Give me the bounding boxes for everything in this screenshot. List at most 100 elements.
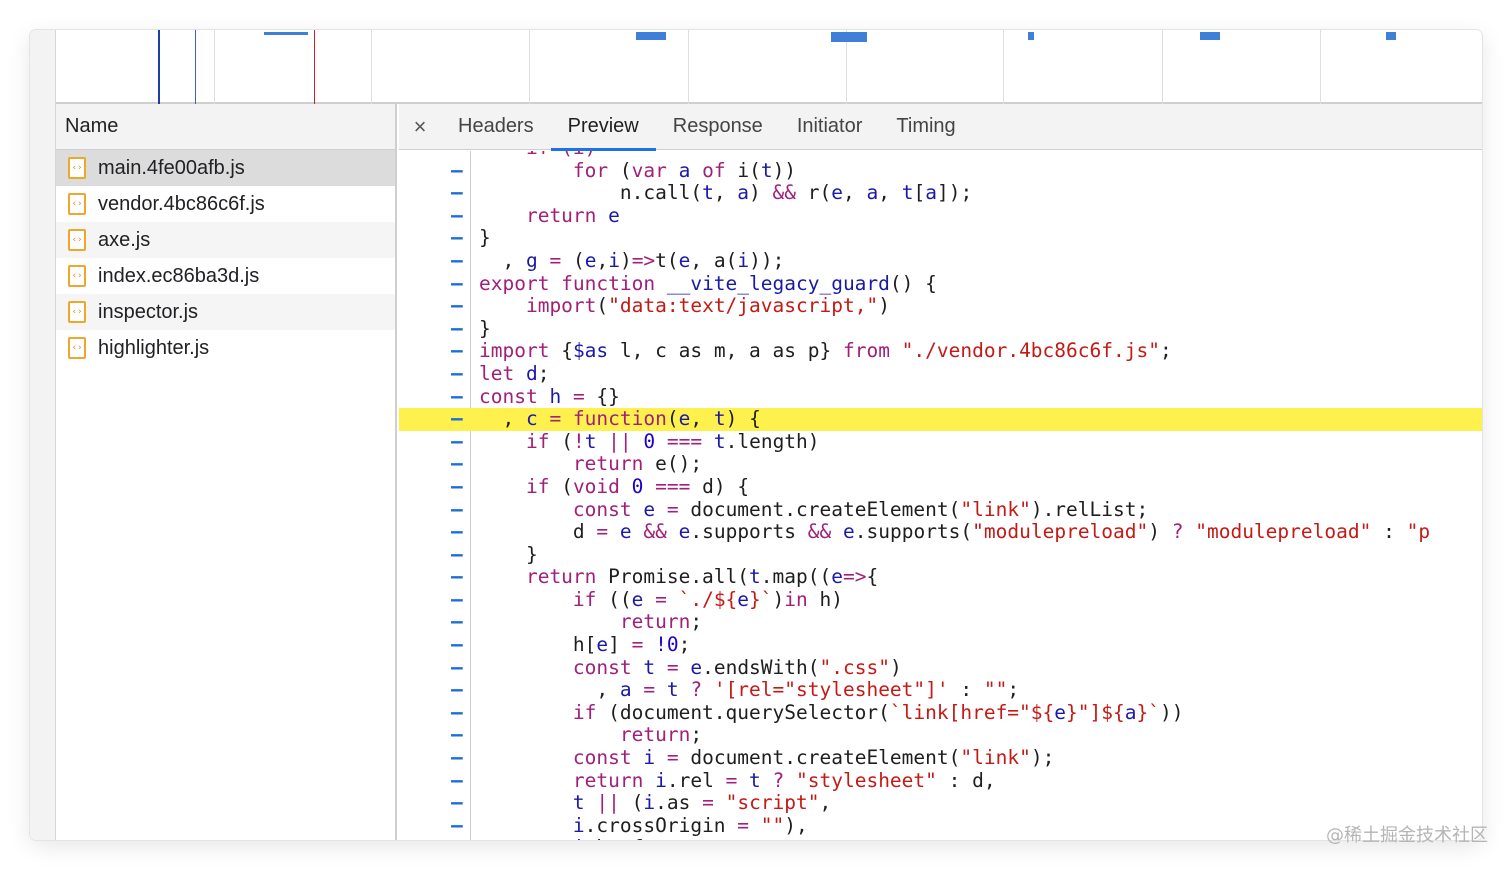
line-marker[interactable]: –: [451, 633, 465, 657]
line-marker[interactable]: –: [451, 656, 465, 680]
line-marker[interactable]: –: [451, 430, 465, 454]
code-token: e: [608, 203, 620, 227]
line-marker[interactable]: –: [451, 724, 465, 747]
code-token: a: [866, 181, 879, 205]
line-marker[interactable]: –: [451, 543, 465, 567]
line-marker[interactable]: –: [451, 679, 465, 702]
code-token: ,: [479, 678, 620, 702]
line-marker[interactable]: –: [451, 227, 465, 250]
code-token: "script": [725, 791, 820, 815]
code-token: document.createElement(: [690, 497, 961, 521]
tab-headers[interactable]: Headers: [441, 104, 551, 150]
code-token: i: [479, 813, 585, 837]
line-marker[interactable]: –: [451, 588, 465, 612]
request-row[interactable]: ‹› index.ec86ba3d.js: [56, 258, 395, 294]
line-marker[interactable]: –: [451, 498, 465, 522]
line-marker[interactable]: –: [451, 272, 465, 296]
tab-preview[interactable]: Preview: [550, 104, 656, 151]
tab-timing[interactable]: Timing: [879, 104, 972, 150]
code-token: t: [479, 791, 597, 815]
code-text: }: [479, 227, 491, 250]
code-token: }: [479, 316, 491, 340]
line-marker[interactable]: –: [451, 792, 465, 815]
request-row[interactable]: ‹› main.4fe00afb.js: [56, 150, 395, 186]
line-marker[interactable]: –: [451, 249, 465, 273]
code-token: import: [479, 339, 562, 363]
line-marker[interactable]: –: [451, 159, 465, 183]
code-token: =: [655, 587, 679, 611]
request-row[interactable]: ‹› inspector.js: [56, 294, 395, 330]
code-token: [: [913, 181, 926, 205]
code-token: t: [901, 181, 914, 205]
code-token: in: [784, 587, 820, 611]
code-text: return;: [479, 611, 702, 634]
line-marker[interactable]: –: [451, 746, 465, 770]
code-token: :: [1371, 520, 1407, 544]
code-token: &&: [643, 520, 679, 544]
code-line: – if (document.querySelector(`link[href=…: [399, 701, 1482, 725]
line-marker[interactable]: –: [451, 385, 465, 409]
code-line: – return;: [399, 724, 1482, 747]
code-token: : d,: [948, 768, 996, 792]
js-file-icon: ‹›: [68, 157, 86, 179]
timeline-gridline: [1162, 30, 1163, 104]
code-line: – n.call(t, a) && r(e, a, t[a]);: [399, 181, 1482, 205]
code-token: ));: [749, 248, 785, 272]
line-marker[interactable]: –: [451, 204, 465, 228]
timeline-request-bar: [1200, 32, 1220, 40]
code-token: .supports(: [854, 520, 973, 544]
network-timeline-overview[interactable]: [56, 30, 1482, 104]
request-row[interactable]: ‹› axe.js: [56, 222, 395, 258]
line-marker[interactable]: –: [451, 182, 465, 205]
line-marker[interactable]: –: [451, 453, 465, 476]
line-marker[interactable]: –: [451, 769, 465, 793]
line-marker[interactable]: –: [451, 837, 465, 840]
line-marker[interactable]: –: [451, 814, 465, 838]
tab-initiator[interactable]: Initiator: [780, 104, 880, 150]
code-text: d = e && e.supports && e.supports("modul…: [479, 520, 1430, 544]
name-column-header[interactable]: Name: [56, 104, 395, 150]
code-token: = function: [549, 407, 667, 431]
code-token: ?: [1171, 520, 1196, 544]
code-text: if (document.querySelector(`link[href="$…: [479, 701, 1184, 725]
request-row[interactable]: ‹› highlighter.js: [56, 330, 395, 366]
code-token: __vite_legacy_guard: [666, 271, 890, 295]
preview-code-view[interactable]: – if (i)– for (var a of i(t))– n.call(t,…: [399, 151, 1482, 840]
js-file-icon: ‹›: [68, 229, 86, 251]
code-token: .supports: [690, 520, 808, 544]
line-marker[interactable]: –: [451, 408, 465, 431]
tab-response[interactable]: Response: [656, 104, 780, 150]
line-marker[interactable]: –: [451, 566, 465, 589]
code-token: (: [561, 474, 573, 498]
code-line: – h[e] = !0;: [399, 633, 1482, 657]
code-token: .crossOrigin: [584, 813, 738, 837]
timeline-gridline: [1003, 30, 1004, 104]
line-marker[interactable]: –: [451, 295, 465, 318]
code-token: ===: [666, 429, 714, 453]
detail-tab-bar: × Headers Preview Response Initiator Timing: [399, 104, 1482, 151]
code-token: &&: [807, 520, 843, 544]
request-list: ‹› main.4fe00afb.js ‹› vendor.4bc86c6f.js ‹›…: [56, 150, 395, 366]
line-marker[interactable]: –: [451, 362, 465, 386]
code-token: ,: [878, 181, 902, 205]
close-icon[interactable]: ×: [399, 114, 441, 140]
request-row[interactable]: ‹› vendor.4bc86c6f.js: [56, 186, 395, 222]
code-token: Promise.all(: [608, 565, 750, 589]
code-token: ;: [1159, 339, 1172, 363]
code-line: – let d;: [399, 362, 1482, 386]
code-token: ;: [678, 633, 691, 657]
code-text: return i.rel = t ? "stylesheet" : d,: [479, 768, 996, 793]
line-marker[interactable]: –: [451, 340, 465, 363]
code-text: , c = function(e, t) {: [479, 407, 760, 431]
line-marker[interactable]: –: [451, 611, 465, 634]
code-token: e();: [655, 452, 703, 476]
code-token: export function: [479, 271, 667, 295]
line-marker[interactable]: –: [451, 520, 465, 544]
code-token: `./${: [678, 587, 738, 611]
code-token: =: [666, 746, 691, 770]
line-marker[interactable]: –: [451, 475, 465, 499]
line-marker[interactable]: –: [451, 701, 465, 725]
watermark: @稀土掘金技术社区: [1326, 825, 1488, 846]
line-marker[interactable]: –: [451, 317, 465, 341]
code-token: ),: [784, 813, 808, 837]
